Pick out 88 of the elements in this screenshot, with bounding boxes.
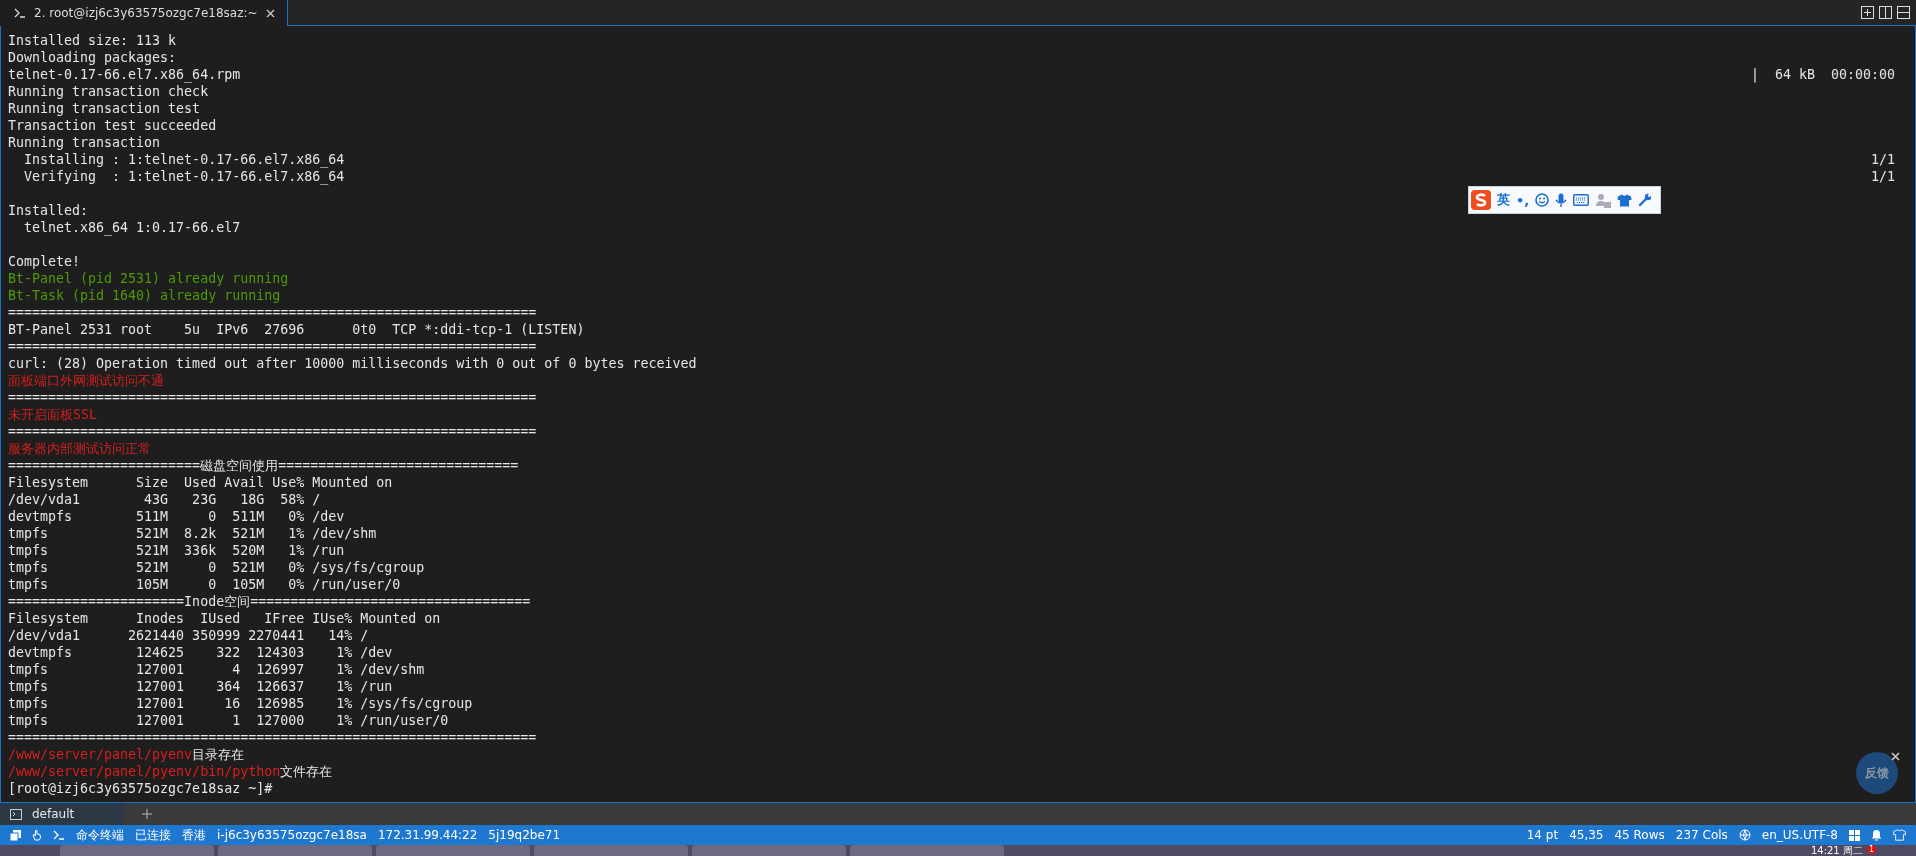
shirt-icon[interactable] [1893, 829, 1906, 841]
status-item: 172.31.99.44:22 [377, 828, 478, 842]
terminal-text: ================================================================== [8, 424, 537, 439]
terminal-text: 1/1 [1870, 151, 1895, 168]
shirt-icon[interactable] [1617, 193, 1633, 207]
terminal-text: ================================================================== [8, 305, 537, 320]
close-icon[interactable] [1891, 752, 1900, 761]
terminal-text: 文件存在 [280, 764, 333, 779]
terminal-text: Filesystem Size Used Avail Use% Mounted on [8, 475, 393, 490]
terminal-text: Bt-Panel (pid 2531) already running [8, 271, 289, 286]
status-item: 5j19q2be71 [488, 828, 561, 842]
status-item: en_US.UTF-8 [1761, 828, 1838, 842]
terminal-text: Installing : 1:telnet-0.17-66.el7.x86_64 [23, 152, 345, 167]
bell-icon[interactable] [1871, 829, 1882, 841]
ime-mode[interactable]: 英 [1497, 191, 1510, 209]
terminal-text: telnet-0.17-66.el7.x86_64.rpm [8, 67, 241, 82]
terminal-text: /dev/vda1 43G 23G 18G 58% / [8, 492, 321, 507]
terminal-text: tmpfs 127001 16 126985 1% /sys/fs/cgroup [8, 696, 473, 711]
ime-punctuation[interactable]: •, [1516, 192, 1530, 208]
split-add-icon[interactable] [1861, 6, 1874, 19]
terminal-text: /www/server/panel/pyenv [8, 747, 193, 762]
terminal-text: [root@izj6c3y63575ozgc7e18saz ~]# [8, 781, 273, 796]
terminal-text: tmpfs 127001 364 126637 1% /run [8, 679, 393, 694]
tab-title: 2. root@izj6c3y63575ozgc7e18saz:~ [34, 6, 258, 20]
terminal-text: Installed: [8, 203, 89, 218]
ime-logo-icon[interactable] [1471, 190, 1491, 210]
terminal-text: tmpfs 127001 4 126997 1% /dev/shm [8, 662, 425, 677]
smiley-icon[interactable] [1535, 193, 1550, 207]
terminal-text: tmpfs 127001 1 127000 1% /run/user/0 [8, 713, 449, 728]
terminal-text: 1/1 [1870, 168, 1895, 185]
terminal-text: Running transaction check [8, 84, 209, 99]
terminal-text: Filesystem Inodes IUsed IFree IUse% Mounted on [8, 611, 441, 626]
status-item: 45 Rows [1614, 828, 1665, 842]
terminal-text: Downloading packages: [8, 50, 177, 65]
terminal-text: tmpfs 521M 8.2k 521M 1% /dev/shm [8, 526, 377, 541]
status-item: 已连接 [135, 826, 171, 844]
close-icon[interactable] [265, 8, 275, 18]
terminal-text: Running transaction test [8, 101, 201, 116]
terminal-text: ================================================================== [8, 730, 537, 745]
status-item: 14 pt [1526, 828, 1559, 842]
status-item: 45,35 [1569, 828, 1604, 842]
terminal-text: Bt-Task (pid 1640) already running [8, 288, 281, 303]
terminal-text: 目录存在 [192, 747, 245, 762]
terminal-text: Complete! [8, 254, 81, 269]
session-tab-label: default [32, 807, 75, 821]
split-horizontal-icon[interactable] [1897, 6, 1910, 19]
add-icon[interactable] [142, 809, 153, 819]
terminal-text: ========================磁盘空间使用============================== [8, 458, 519, 473]
terminal-text: | 64 kB 00:00:00 [1750, 66, 1895, 83]
grid-icon[interactable] [1849, 829, 1860, 841]
terminal-text: 服务器内部测试访问正常 [8, 441, 151, 456]
status-item: 香港 [182, 826, 206, 844]
terminal-tab[interactable]: 2. root@izj6c3y63575ozgc7e18saz:~ [0, 0, 288, 26]
terminal-text: /www/server/panel/pyenv/bin/python [8, 764, 281, 779]
taskbar-clock[interactable]: 14:21 周二 [1810, 845, 1863, 856]
terminal-text: tmpfs 521M 336k 520M 1% /run [8, 543, 345, 558]
status-item: i-j6c3y63575ozgc7e18sa [217, 828, 367, 842]
notification-badge: 1 [1866, 845, 1876, 854]
terminal-text: devtmpfs 124625 322 124303 1% /dev [8, 645, 393, 660]
keyboard-icon[interactable] [1573, 194, 1590, 206]
terminal-text: 面板端口外网测试访问不通 [8, 373, 164, 388]
terminal-text: 未开启面板SSL [8, 407, 98, 422]
terminal-text: curl: (28) Operation timed out after 10000 milliseconds with 0 out of 0 bytes received [8, 356, 697, 371]
terminal-text: telnet.x86_64 1:0.17-66.el7 [23, 220, 241, 235]
terminal-text: /dev/vda1 2621440 350999 2270441 14% / [8, 628, 369, 643]
terminal-text: tmpfs 105M 0 105M 0% /run/user/0 [8, 577, 401, 592]
terminal-icon [10, 808, 22, 820]
status-item: 命令终端 [76, 826, 124, 844]
session-tab[interactable]: default [0, 803, 125, 825]
terminal-text: Transaction test succeeded [8, 118, 217, 133]
terminal-text: BT-Panel 2531 root 5u IPv6 27696 0t0 TCP *:ddi-tcp-1 (LISTEN) [8, 322, 585, 337]
terminal-text: Installed size: 113 k [8, 33, 177, 48]
terminal-text: devtmpfs 511M 0 511M 0% /dev [8, 509, 345, 524]
wrench-icon[interactable] [1638, 193, 1653, 207]
split-vertical-icon[interactable] [1879, 6, 1892, 19]
terminal-text: tmpfs 521M 0 521M 0% /sys/fs/cgroup [8, 560, 425, 575]
copy-icon[interactable] [10, 829, 21, 841]
hand-icon[interactable] [32, 829, 42, 841]
terminal-text: ================================================================== [8, 390, 537, 405]
globe-icon[interactable] [1738, 829, 1751, 841]
status-item: 237 Cols [1675, 828, 1728, 842]
terminal-text: ======================Inode空间=================================== [8, 594, 531, 609]
prompt-icon [53, 830, 65, 840]
terminal-text: Running transaction [8, 135, 161, 150]
terminal-text: ================================================================== [8, 339, 537, 354]
prompt-icon [14, 8, 26, 18]
terminal-text: Verifying : 1:telnet-0.17-66.el7.x86_64 [23, 169, 345, 184]
microphone-icon[interactable] [1555, 192, 1568, 208]
